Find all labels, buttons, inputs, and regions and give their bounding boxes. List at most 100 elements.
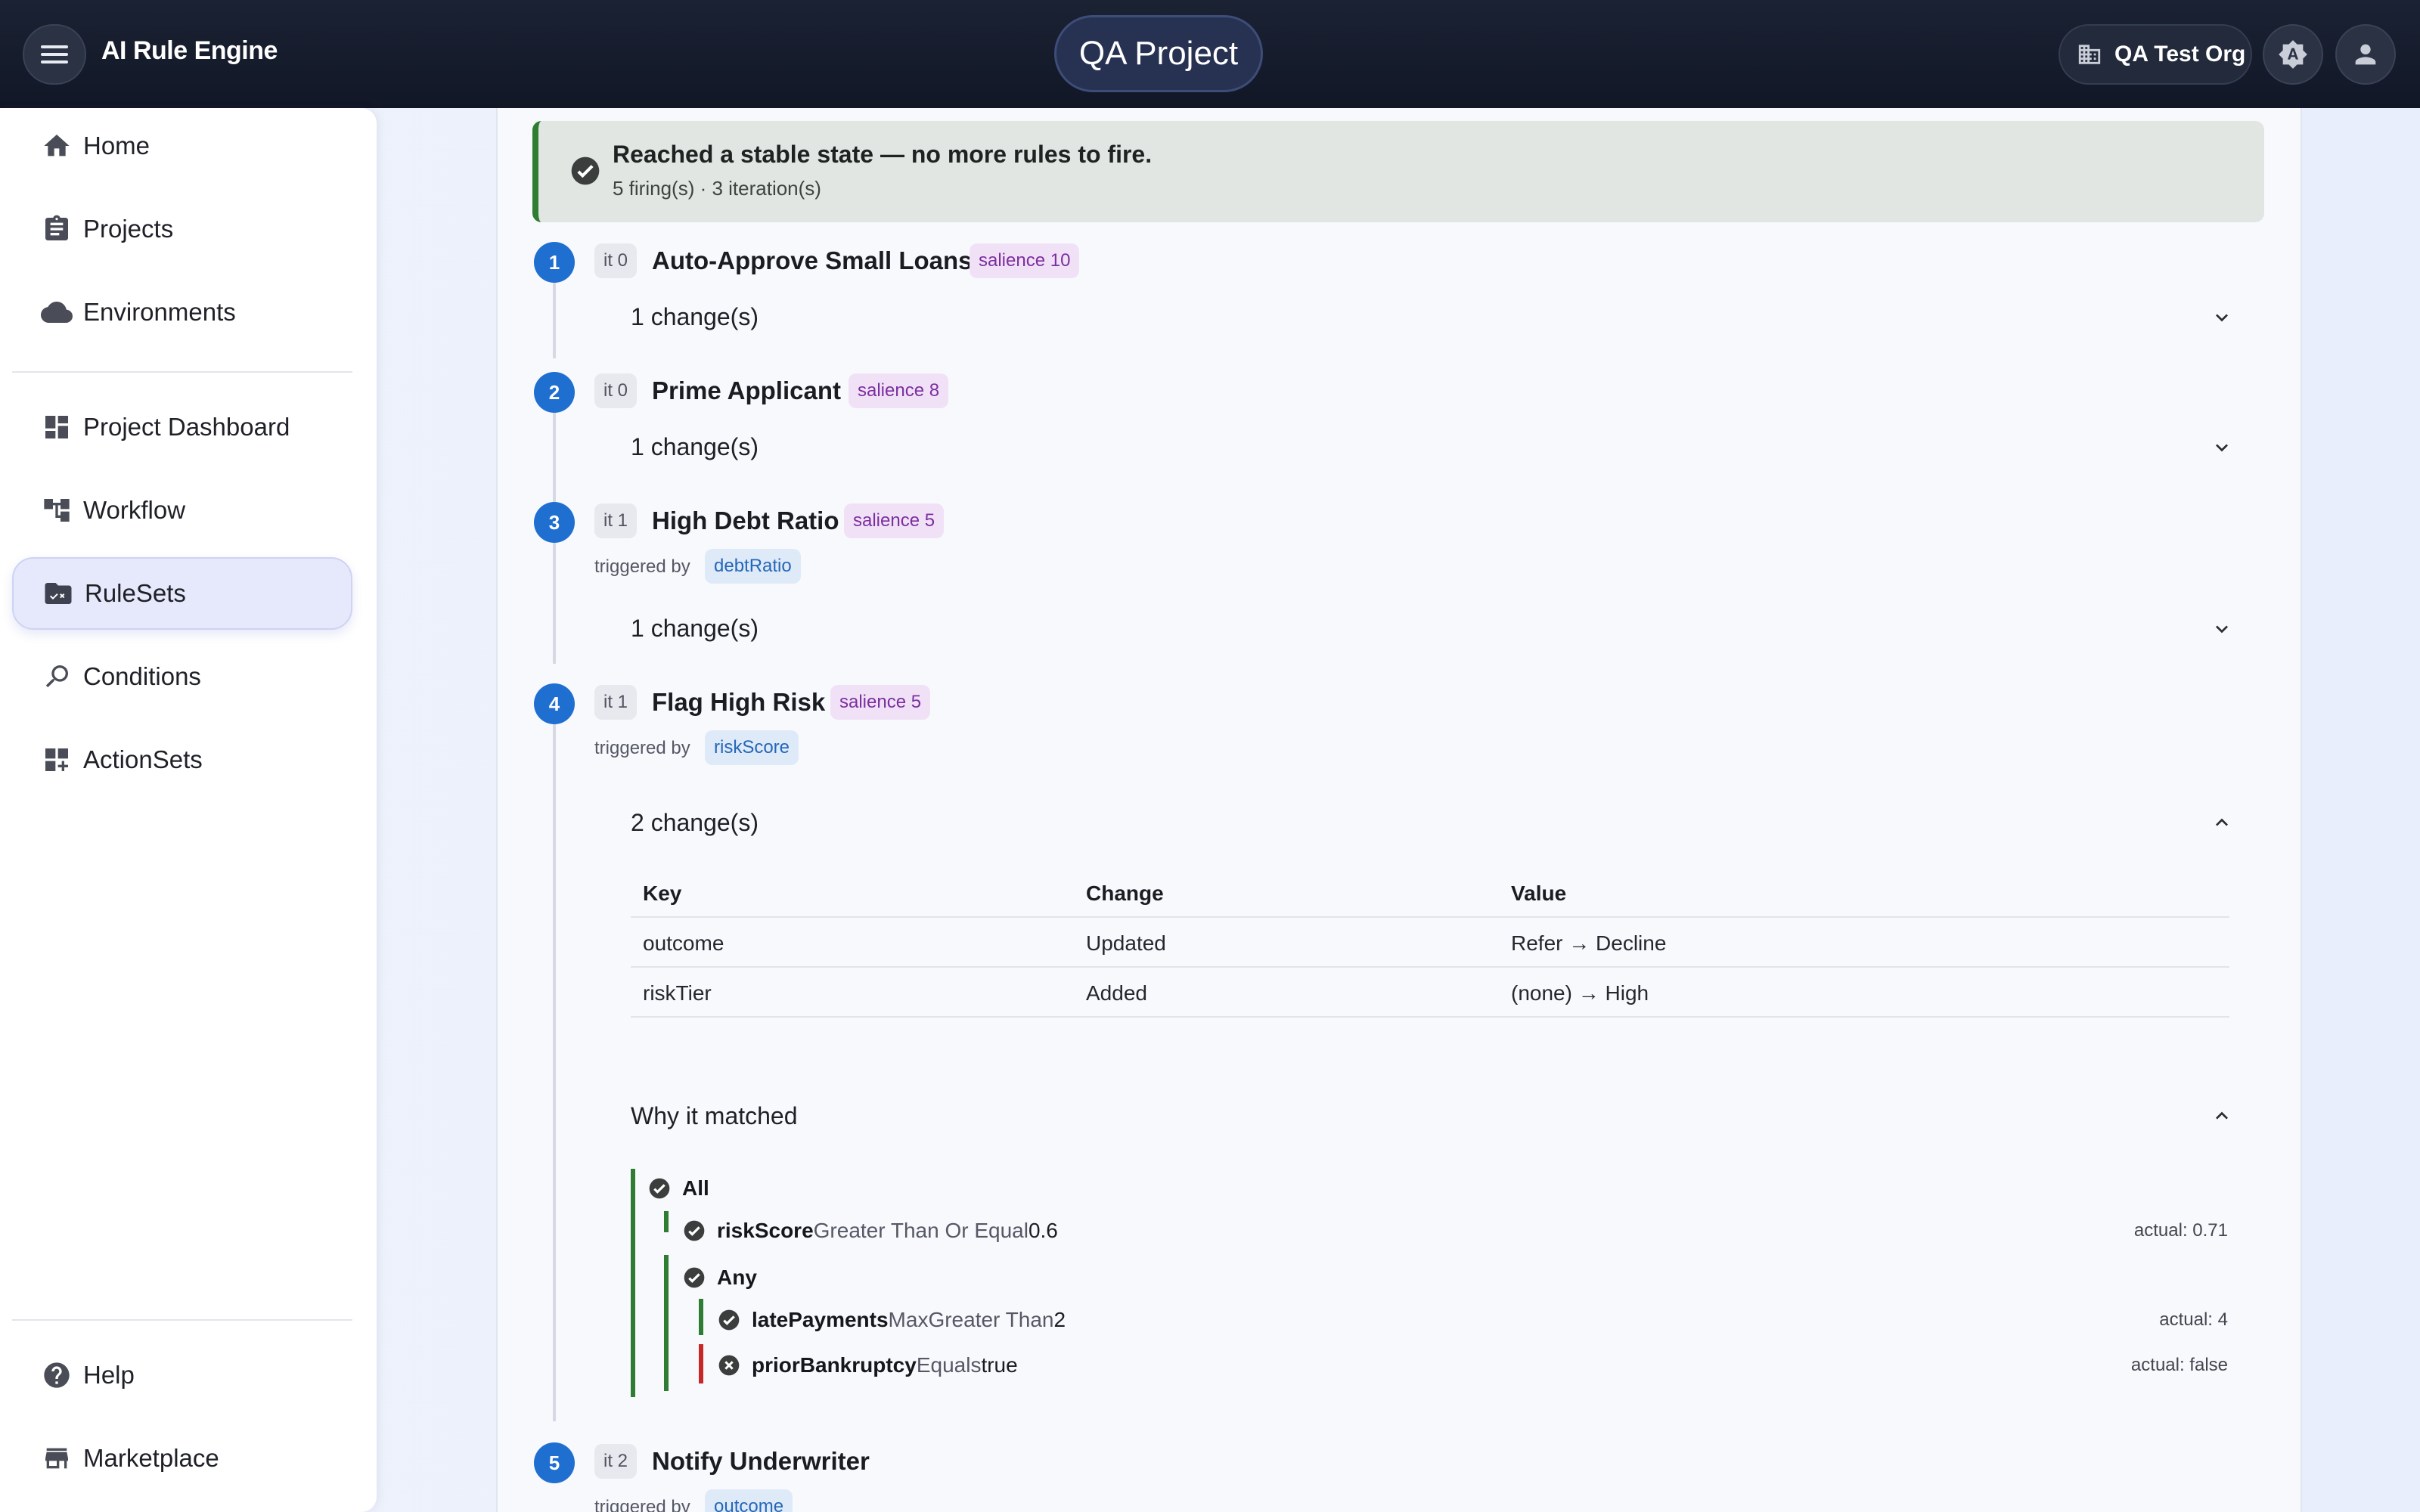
iteration-badge: it 1 — [594, 685, 638, 720]
sidebar-item-rulesets[interactable]: RuleSets — [12, 557, 352, 630]
table-header: Key Change Value — [631, 868, 2229, 918]
account-button[interactable] — [2335, 24, 2396, 85]
table-cell: outcome — [643, 931, 724, 955]
sidebar-divider — [12, 1319, 352, 1321]
sidebar-item-marketplace[interactable]: Marketplace — [12, 1422, 352, 1495]
sidebar-item-actionsets[interactable]: ActionSets — [12, 723, 352, 796]
step-number: 1 — [534, 242, 575, 283]
app-title: AI Rule Engine — [101, 36, 278, 65]
sidebar-item-label: Help — [83, 1361, 135, 1389]
rule-name: Prime Applicant — [652, 376, 841, 404]
chevron-up-icon[interactable] — [2210, 1104, 2234, 1128]
sidebar-item-label: Home — [83, 132, 150, 160]
sidebar-item-label: Conditions — [83, 662, 201, 690]
salience-badge: salience 5 — [844, 503, 945, 538]
sidebar-item-label: Workflow — [83, 496, 186, 524]
trigger-chip: riskScore — [705, 730, 799, 765]
execution-trace-panel — [496, 108, 2302, 1512]
iteration-badge: it 1 — [594, 503, 638, 538]
timeline-connector — [553, 283, 556, 358]
condition-any: Any — [682, 1266, 757, 1290]
changes-toggle[interactable]: 1 change(s) — [631, 303, 759, 331]
sidebar-item-home[interactable]: Home — [12, 110, 352, 182]
project-selector[interactable]: QA Project — [1054, 15, 1263, 92]
dashboard-icon — [41, 411, 73, 443]
chevron-down-icon[interactable] — [2210, 305, 2234, 330]
group-label: All — [682, 1176, 709, 1200]
chevron-up-icon[interactable] — [2210, 810, 2234, 835]
step-number: 3 — [534, 502, 575, 543]
changes-table: Key Change Value outcome Updated Refer →… — [631, 868, 2229, 1018]
table-cell: Added — [1086, 981, 1147, 1005]
sidebar-item-project-dashboard[interactable]: Project Dashboard — [12, 391, 352, 463]
menu-button[interactable] — [23, 24, 86, 85]
table-cell: Refer → Decline — [1511, 931, 1667, 955]
why-matched-toggle[interactable]: Why it matched — [631, 1102, 798, 1130]
conditions-icon — [41, 661, 73, 692]
brightness-auto-icon — [2279, 40, 2307, 69]
actual-value: actual: 4 — [2159, 1309, 2228, 1330]
condition-operator: Greater Than Or Equal — [813, 1219, 1028, 1242]
step-number: 5 — [534, 1442, 575, 1483]
changes-toggle[interactable]: 1 change(s) — [631, 615, 759, 643]
sidebar-item-label: Project Dashboard — [83, 413, 290, 441]
group-label: Any — [717, 1266, 757, 1289]
triggered-by-label: triggered by — [594, 556, 690, 577]
chevron-down-icon[interactable] — [2210, 435, 2234, 460]
trigger-chip: debtRatio — [705, 549, 801, 584]
condition-value: true — [981, 1353, 1018, 1377]
condition-group-bar — [664, 1255, 669, 1391]
actual-value: actual: 0.71 — [2133, 1220, 2228, 1241]
condition-bar — [699, 1299, 703, 1335]
condition-operator: MaxGreater Than — [888, 1308, 1054, 1331]
step-number: 2 — [534, 372, 575, 413]
check-circle-icon — [684, 1267, 705, 1288]
changes-toggle[interactable]: 1 change(s) — [631, 433, 759, 461]
changes-toggle[interactable]: 2 change(s) — [631, 809, 759, 837]
table-row: riskTier Added (none) → High — [631, 968, 2229, 1018]
table-cell: Updated — [1086, 931, 1166, 955]
iteration-badge: it 2 — [594, 1444, 638, 1479]
sidebar-item-label: Marketplace — [83, 1444, 219, 1472]
rule-name: High Debt Ratio — [652, 507, 839, 534]
theme-toggle-button[interactable] — [2263, 24, 2323, 85]
condition-field: priorBankruptcy — [752, 1353, 917, 1377]
clipboard-icon — [41, 213, 73, 245]
banner-title: Reached a stable state — no more rules t… — [613, 141, 1153, 168]
check-circle-icon — [571, 156, 600, 185]
help-icon — [41, 1359, 73, 1391]
condition-group-bar — [631, 1169, 635, 1397]
condition-field: riskScore — [717, 1219, 814, 1242]
check-circle-icon — [684, 1220, 705, 1241]
sidebar-item-help[interactable]: Help — [12, 1339, 352, 1411]
condition-value: 2 — [1053, 1308, 1066, 1331]
rule-name: Notify Underwriter — [652, 1447, 870, 1475]
rule-name: Flag High Risk — [652, 688, 826, 716]
sidebar: Home Projects Environments Project Dashb… — [0, 108, 377, 1512]
condition-operator: Equals — [916, 1353, 982, 1377]
hamburger-icon — [41, 41, 68, 68]
column-header: Value — [1511, 881, 1567, 905]
sidebar-item-projects[interactable]: Projects — [12, 193, 352, 265]
sidebar-item-conditions[interactable]: Conditions — [12, 640, 352, 713]
org-selector[interactable]: QA Test Org — [2059, 24, 2252, 85]
triggered-by-label: triggered by — [594, 1497, 690, 1512]
cloud-icon — [41, 296, 73, 328]
chevron-down-icon[interactable] — [2210, 617, 2234, 641]
sidebar-item-workflow[interactable]: Workflow — [12, 474, 352, 547]
sidebar-item-environments[interactable]: Environments — [12, 276, 352, 349]
iteration-badge: it 0 — [594, 373, 638, 408]
salience-badge: salience 10 — [970, 243, 1080, 278]
condition-field: latePayments — [752, 1308, 889, 1331]
condition-row: latePayments MaxGreater Than 2 — [717, 1308, 1066, 1332]
triggered-by-label: triggered by — [594, 738, 690, 758]
condition-row: priorBankruptcy Equals true — [717, 1353, 1018, 1377]
org-name: QA Test Org — [2114, 42, 2246, 67]
table-cell: (none) → High — [1511, 981, 1649, 1005]
actual-value: actual: false — [2130, 1355, 2228, 1375]
iteration-badge: it 0 — [594, 243, 638, 278]
ruleset-icon — [42, 578, 74, 609]
top-bar: AI Rule Engine QA Project QA Test Org — [0, 0, 2420, 108]
check-circle-icon — [718, 1309, 740, 1331]
sidebar-item-label: Environments — [83, 298, 236, 326]
